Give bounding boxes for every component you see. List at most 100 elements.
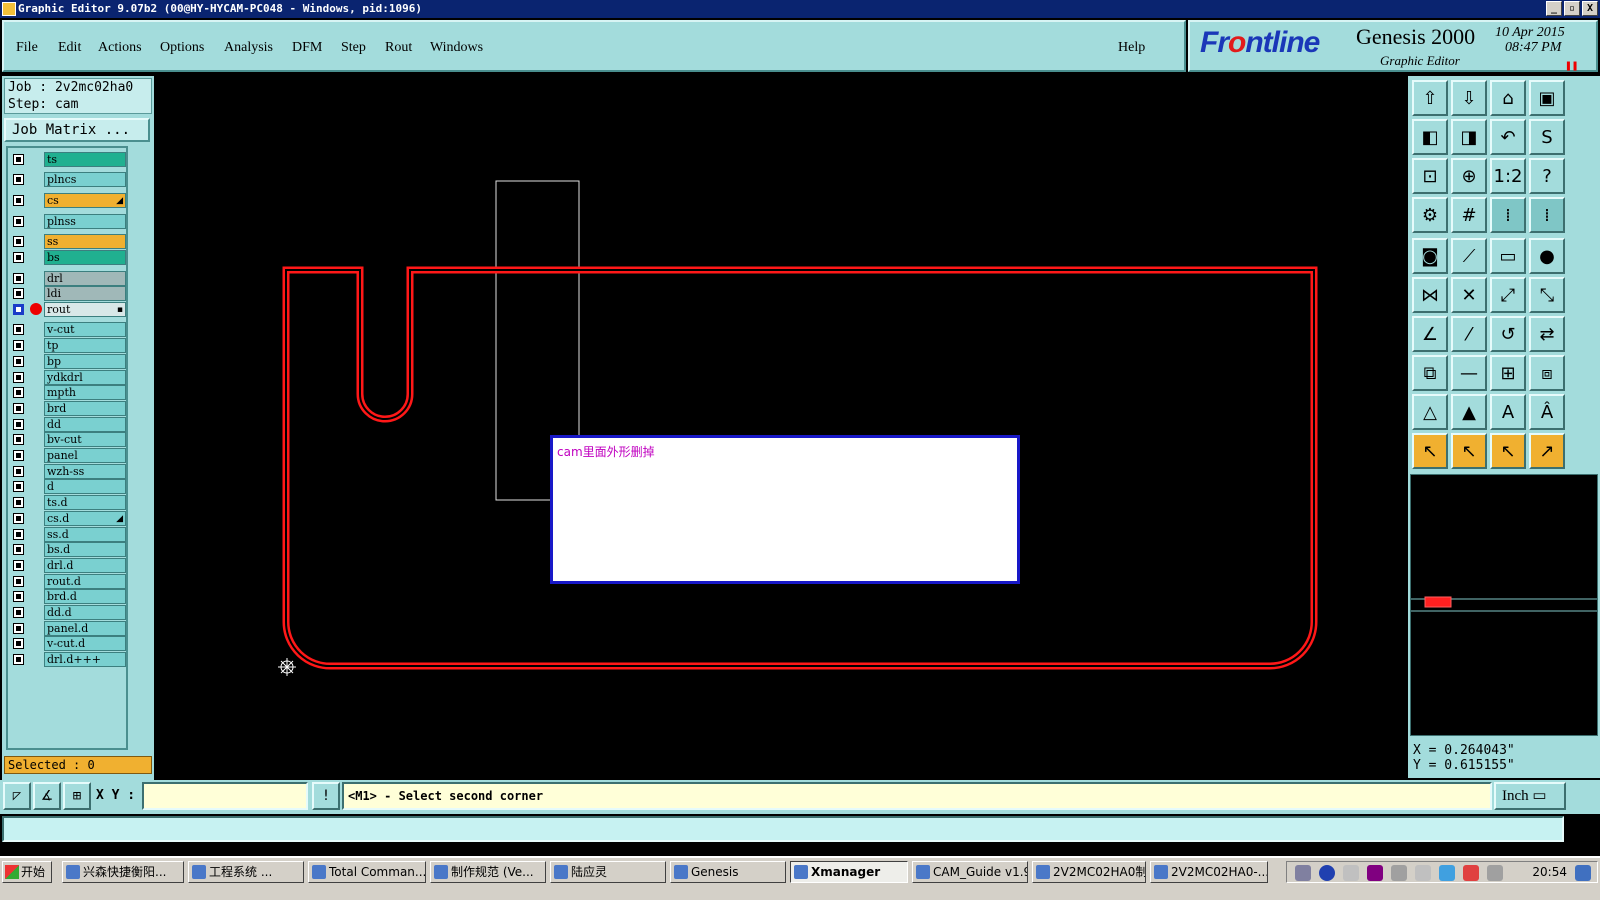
select-path-button[interactable]: ↗ [1529, 433, 1565, 469]
layer-name[interactable]: plncs [44, 172, 126, 187]
select-box-button[interactable]: ↖ [1451, 433, 1487, 469]
layer-name[interactable]: tp [44, 338, 126, 353]
grid-mode-icon[interactable]: ⊞ [63, 782, 91, 810]
help-tray-icon[interactable] [1319, 865, 1335, 881]
layer-checkbox[interactable] [13, 236, 24, 247]
layer-row-tp[interactable]: tp [10, 338, 126, 353]
start-button[interactable]: 开始 [2, 861, 52, 883]
layer-row-ts-d[interactable]: ts.d [10, 495, 126, 510]
layer-name[interactable]: mpth [44, 385, 126, 400]
layer-checkbox[interactable] [13, 387, 24, 398]
show-desktop-icon[interactable] [1575, 865, 1591, 881]
layer-row-ldi[interactable]: ldi [10, 286, 126, 301]
security-icon[interactable] [1463, 865, 1479, 881]
layer-name[interactable]: wzh-ss [44, 464, 126, 479]
layer-checkbox[interactable] [13, 174, 24, 185]
menu-windows[interactable]: Windows [430, 40, 483, 56]
layer-checkbox[interactable] [13, 576, 24, 587]
select-arrow-button[interactable]: ↖ [1412, 433, 1448, 469]
line-edit-button[interactable]: ⟋ [1451, 238, 1487, 274]
help-button[interactable]: ? [1529, 158, 1565, 194]
delete-button[interactable]: ✕ [1451, 277, 1487, 313]
layer-checkbox[interactable] [13, 560, 24, 571]
layer-checkbox[interactable] [13, 340, 24, 351]
layer-checkbox[interactable] [13, 481, 24, 492]
layer-checkbox[interactable] [13, 607, 24, 618]
layer-checkbox[interactable] [13, 419, 24, 430]
taskbar-item[interactable]: CAM_Guide v1.98 [912, 861, 1028, 883]
layer-checkbox[interactable] [13, 154, 24, 165]
menu-analysis[interactable]: Analysis [224, 40, 273, 56]
layer-checkbox[interactable] [13, 638, 24, 649]
layer-row-cs-d[interactable]: cs.d ◢ [10, 511, 126, 526]
pan-left-button[interactable]: ◧ [1412, 119, 1448, 155]
layer-row-ydkdrl[interactable]: ydkdrl [10, 370, 126, 385]
menu-rout[interactable]: Rout [385, 40, 412, 56]
layer-row-bv-cut[interactable]: bv-cut [10, 432, 126, 447]
units-select[interactable]: Inch ▭ [1494, 782, 1566, 810]
taskbar-item[interactable]: Xmanager [790, 861, 908, 883]
close-button[interactable]: X [1582, 1, 1598, 16]
scale-button[interactable]: 1:2 [1490, 158, 1526, 194]
layer-name[interactable]: ts [44, 152, 126, 167]
layer-row-drl[interactable]: drl [10, 271, 126, 286]
layer-row-rout[interactable]: rout ▪ [10, 302, 126, 317]
layer-checkbox[interactable] [13, 273, 24, 284]
menu-step[interactable]: Step [341, 40, 366, 56]
layer-name[interactable]: dd.d [44, 605, 126, 620]
layer-name[interactable]: bv-cut [44, 432, 126, 447]
save-button[interactable]: ⇩ [1451, 80, 1487, 116]
layer-row-plncs[interactable]: plncs [10, 172, 126, 187]
snap-button[interactable]: S [1529, 119, 1565, 155]
layer-row-panel[interactable]: panel [10, 448, 126, 463]
layer-row-plnss[interactable]: plnss [10, 214, 126, 229]
triangle-c-button[interactable]: A [1490, 394, 1526, 430]
circle-button[interactable]: ● [1529, 238, 1565, 274]
arc-button[interactable]: ↺ [1490, 316, 1526, 352]
menu-actions[interactable]: Actions [98, 40, 142, 56]
sync-icon[interactable] [1439, 865, 1455, 881]
minimize-button[interactable]: _ [1546, 1, 1562, 16]
angle-mode-icon[interactable]: ∡ [33, 782, 61, 810]
copy-button[interactable]: ⧉ [1412, 355, 1448, 391]
taskbar-item[interactable]: 工程系统 ... [188, 861, 304, 883]
layer-name[interactable]: ldi [44, 286, 126, 301]
triangle-d-button[interactable]: Â [1529, 394, 1565, 430]
layer-name[interactable]: ts.d [44, 495, 126, 510]
layer-name[interactable]: rout.d [44, 574, 126, 589]
layer-checkbox[interactable] [13, 623, 24, 634]
layer-row-dd-d[interactable]: dd.d [10, 605, 126, 620]
printer-icon[interactable] [1295, 865, 1311, 881]
layer-row-brd[interactable]: brd [10, 401, 126, 416]
measure-button[interactable]: ▭ [1490, 238, 1526, 274]
layer-checkbox[interactable] [13, 216, 24, 227]
mirror-button[interactable]: ⇄ [1529, 316, 1565, 352]
layer-name[interactable]: ss.d [44, 527, 126, 542]
layer-name[interactable]: brd.d [44, 589, 126, 604]
layer-checkbox[interactable] [13, 304, 24, 315]
layer-row-v-cut[interactable]: v-cut [10, 322, 126, 337]
layer-row-v-cut-d[interactable]: v-cut.d [10, 636, 126, 651]
home-button[interactable]: ⌂ [1490, 80, 1526, 116]
layer-checkbox[interactable] [13, 252, 24, 263]
layer-row-bp[interactable]: bp [10, 354, 126, 369]
hline-button[interactable]: — [1451, 355, 1487, 391]
layer-row-cs[interactable]: cs ◢ [10, 193, 126, 208]
usb-icon[interactable] [1415, 865, 1431, 881]
layer-name[interactable]: cs.d ◢ [44, 511, 126, 526]
pan-right-button[interactable]: ◨ [1451, 119, 1487, 155]
layer-row-bs-d[interactable]: bs.d [10, 542, 126, 557]
xy-input[interactable] [142, 782, 308, 810]
input-icon[interactable] [1487, 865, 1503, 881]
layer-diff-button[interactable]: ⁞ [1529, 197, 1565, 233]
layer-checkbox[interactable] [13, 434, 24, 445]
open-job-button[interactable]: ⇧ [1412, 80, 1448, 116]
layer-checkbox[interactable] [13, 654, 24, 665]
layer-checkbox[interactable] [13, 529, 24, 540]
menu-help[interactable]: Help [1118, 40, 1145, 56]
graphic-canvas[interactable] [156, 76, 1408, 778]
layer-row-dd[interactable]: dd [10, 417, 126, 432]
transform-button[interactable]: ⧈ [1529, 355, 1565, 391]
menu-edit[interactable]: Edit [58, 40, 81, 56]
layer-row-ss[interactable]: ss [10, 234, 126, 249]
